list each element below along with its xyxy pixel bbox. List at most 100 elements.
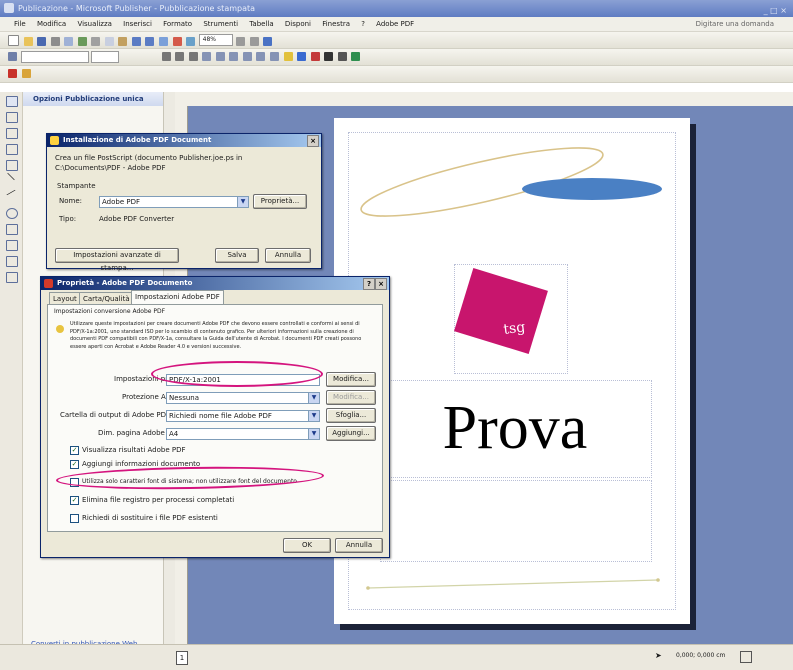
edit-security-button[interactable]: Modifica... (326, 390, 376, 405)
shadow-icon[interactable] (337, 52, 347, 61)
font-name-box[interactable] (20, 51, 89, 63)
pdf-properties-dialog: Proprietà - Adobe PDF Documento ? × Layo… (40, 276, 390, 558)
printer-type-value: Adobe PDF Converter (99, 215, 175, 223)
menu-help[interactable]: ? (361, 20, 365, 28)
edit-settings-button[interactable]: Modifica... (326, 372, 376, 387)
rectangle-tool-icon[interactable] (6, 224, 18, 235)
font-color-icon[interactable] (310, 52, 320, 61)
open-icon[interactable] (23, 37, 33, 46)
publisher-app-icon (4, 3, 14, 13)
help-question-box[interactable]: Digitare una domanda (696, 17, 774, 32)
align-right-icon[interactable] (229, 52, 239, 61)
align-left-icon[interactable] (202, 52, 212, 61)
insert-table-icon[interactable] (159, 37, 169, 46)
menu-format[interactable]: Formato (163, 20, 192, 28)
autoshapes-icon[interactable] (6, 240, 18, 251)
spelling-icon[interactable] (77, 37, 87, 46)
printer-name-select[interactable]: Adobe PDF ▼ (99, 196, 249, 208)
body-frame (380, 480, 652, 562)
hotspot-icon[interactable] (6, 256, 18, 267)
underline-icon[interactable] (188, 52, 198, 61)
print-dialog-close-button[interactable]: × (307, 135, 319, 147)
redo-icon[interactable] (145, 37, 155, 46)
line-tool-icon[interactable] (7, 172, 15, 181)
task-pane-title: Opzioni Pubblicazione unica (23, 92, 163, 106)
italic-icon[interactable] (175, 52, 185, 61)
page-navigator-icon[interactable]: 1 (176, 651, 188, 665)
add-page-size-button[interactable]: Aggiungi... (326, 426, 376, 441)
new-icon[interactable] (8, 35, 19, 46)
replace-pdf-checkbox[interactable] (70, 514, 79, 523)
table-icon[interactable] (6, 128, 18, 139)
menu-insert[interactable]: Inserisci (123, 20, 152, 28)
style-icon[interactable] (8, 52, 17, 61)
delete-log-checkbox[interactable]: ✓ (70, 496, 79, 505)
adobe-pdf-settings-icon[interactable] (21, 69, 31, 78)
cancel-button[interactable]: Annulla (335, 538, 383, 553)
menu-window[interactable]: Finestra (322, 20, 350, 28)
select-tool-icon[interactable] (6, 96, 18, 107)
page-size-value: A4 (169, 430, 179, 438)
advanced-print-settings-button[interactable]: Impostazioni avanzate di stampa... (55, 248, 179, 272)
window-title: Publicazione - Microsoft Publisher - Pub… (18, 4, 256, 13)
print-preview-icon[interactable] (64, 37, 74, 46)
print-icon[interactable] (50, 37, 60, 46)
3d-icon[interactable] (351, 52, 361, 61)
properties-title-bar: Proprietà - Adobe PDF Documento ? × (41, 277, 389, 290)
output-folder-select[interactable]: Richiedi nome file Adobe PDF ▼ (166, 410, 320, 422)
chevron-down-icon: ▼ (308, 429, 319, 439)
print-setup-dialog: Installazione di Adobe PDF Document × Cr… (46, 133, 322, 272)
adobe-pdf-icon[interactable] (8, 69, 17, 78)
bottom-rule-handle-right (656, 578, 660, 582)
cut-icon[interactable] (91, 37, 101, 46)
wordart-icon[interactable] (6, 144, 18, 155)
zoom-box[interactable]: 48% (198, 34, 233, 46)
add-doc-info-checkbox[interactable]: ✓ (70, 460, 79, 469)
line-style-icon[interactable] (324, 52, 334, 61)
picture-icon[interactable] (6, 160, 18, 171)
highlight-default-settings (151, 361, 323, 387)
undo-icon[interactable] (131, 37, 141, 46)
paste-icon[interactable] (118, 37, 128, 46)
numbering-icon[interactable] (256, 52, 266, 61)
line-color-icon[interactable] (297, 52, 307, 61)
menu-edit[interactable]: Modifica (37, 20, 66, 28)
view-results-checkbox[interactable]: ✓ (70, 446, 79, 455)
justify-icon[interactable] (242, 52, 252, 61)
menu-table[interactable]: Tabella (249, 20, 273, 28)
align-center-icon[interactable] (215, 52, 225, 61)
pdf-security-select[interactable]: Nessuna ▼ (166, 392, 320, 404)
print-save-button[interactable]: Salva (215, 248, 259, 263)
zoom-out-icon[interactable] (236, 37, 246, 46)
text-box-icon[interactable] (6, 112, 18, 123)
printer-properties-button[interactable]: Proprietà... (253, 194, 307, 209)
insert-picture-icon[interactable] (186, 37, 196, 46)
page-size-select[interactable]: A4 ▼ (166, 428, 320, 440)
print-cancel-button[interactable]: Annulla (265, 248, 311, 263)
help-icon[interactable] (263, 37, 273, 46)
browse-button[interactable]: Sfoglia... (326, 408, 376, 423)
bold-icon[interactable] (161, 52, 171, 61)
copy-icon[interactable] (104, 37, 114, 46)
menu-adobe-pdf[interactable]: Adobe PDF (376, 20, 414, 28)
menu-tools[interactable]: Strumenti (203, 20, 238, 28)
zoom-in-icon[interactable] (249, 37, 259, 46)
insert-chart-icon[interactable] (172, 37, 182, 46)
font-size-box[interactable] (91, 51, 120, 63)
printer-group-label: Stampante (57, 182, 96, 190)
save-icon[interactable] (37, 37, 47, 46)
oval-tool-icon[interactable] (6, 208, 18, 219)
close-icon[interactable]: × (375, 278, 387, 290)
menu-file[interactable]: File (14, 20, 26, 28)
menu-view[interactable]: Visualizza (77, 20, 111, 28)
tab-adobe-pdf-settings[interactable]: Impostazioni Adobe PDF (131, 290, 224, 305)
design-gallery-icon[interactable] (6, 272, 18, 283)
ok-button[interactable]: OK (283, 538, 331, 553)
question-icon[interactable]: ? (363, 278, 375, 290)
heading-text[interactable]: Prova (380, 388, 650, 468)
fill-color-icon[interactable] (283, 52, 293, 61)
arrow-tool-icon[interactable] (6, 189, 16, 196)
horizontal-ruler[interactable] (175, 92, 793, 107)
bullets-icon[interactable] (270, 52, 280, 61)
menu-arrange[interactable]: Disponi (285, 20, 311, 28)
